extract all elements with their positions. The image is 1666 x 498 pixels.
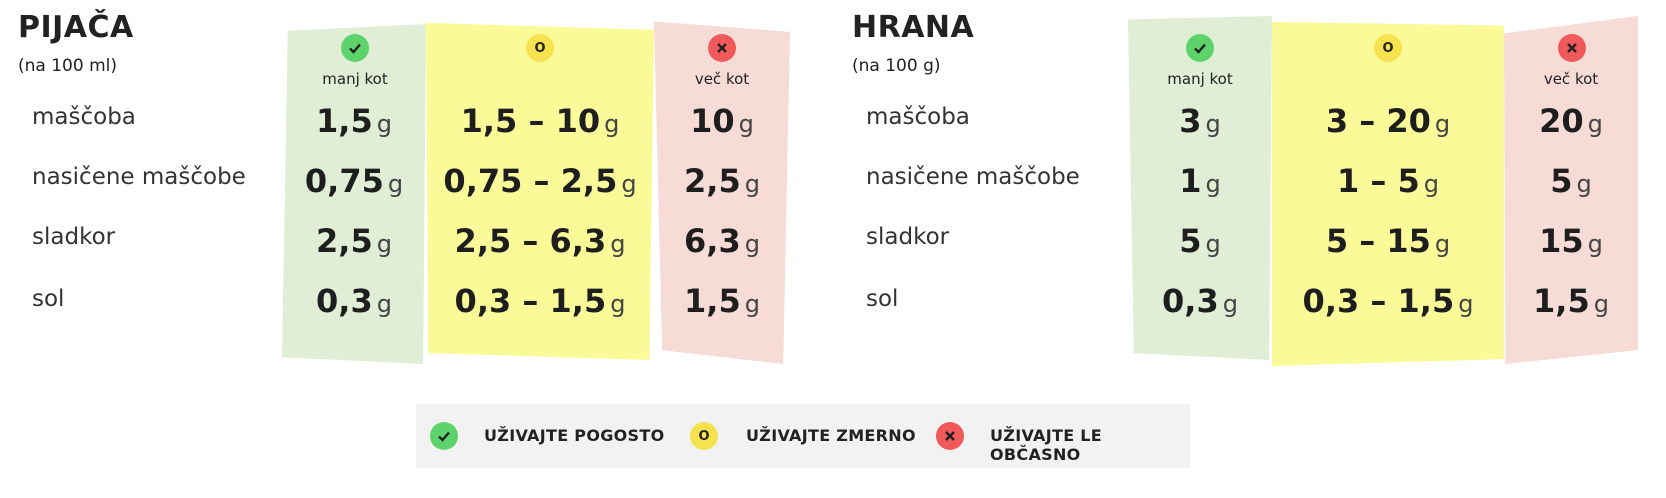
food-high-value: 1,5 g (1533, 282, 1609, 320)
drinks-low-value: 1,5 g (316, 102, 392, 140)
food-subtitle: (na 100 g) (852, 56, 941, 76)
drinks-mid-value: 1,5 – 10 g (460, 102, 620, 140)
food-row-label-saturated: nasičene maščobe (866, 164, 1080, 190)
drinks-row-label-saturated: nasičene maščobe (32, 164, 246, 190)
drinks-low-value: 2,5 g (316, 222, 392, 260)
food-row-label-fat: maščoba (866, 104, 970, 130)
food-low-value: 1g (1179, 162, 1221, 200)
food-high-value: 20 g (1539, 102, 1603, 140)
x-icon (936, 422, 964, 450)
food-high-value: 5g (1550, 162, 1592, 200)
o-icon: O (526, 34, 554, 62)
drinks-mid-value: 2,5 – 6,3 g (454, 222, 626, 260)
legend: UŽIVAJTE POGOSTO O UŽIVAJTE ZMERNO UŽIVA… (416, 404, 1190, 468)
drinks-high-value: 10 g (690, 102, 754, 140)
food-row-label-sugar: sladkor (866, 224, 950, 250)
drinks-high-value: 6,3 g (684, 222, 760, 260)
legend-often-label: UŽIVAJTE POGOSTO (484, 426, 665, 445)
food-mid-value: 0,3 – 1,5 g (1302, 282, 1474, 320)
drinks-low-value: 0,75 g (304, 162, 404, 200)
drinks-low-value: 0,3 g (316, 282, 392, 320)
drinks-row-label-sugar: sladkor (32, 224, 116, 250)
check-icon (1186, 34, 1214, 62)
food-high-value: 15 g (1539, 222, 1603, 260)
drinks-high-value: 1,5 g (684, 282, 760, 320)
check-icon (341, 34, 369, 62)
food-low-header: manj kot (1167, 70, 1233, 88)
food-row-label-salt: sol (866, 286, 899, 312)
food-mid-value: 3 – 20 g (1325, 102, 1451, 140)
drinks-row-label-fat: maščoba (32, 104, 136, 130)
food-low-value: 5g (1179, 222, 1221, 260)
x-icon (708, 34, 736, 62)
o-icon: O (690, 422, 718, 450)
check-icon (430, 422, 458, 450)
food-low-value: 0,3 g (1162, 282, 1238, 320)
drinks-low-header: manj kot (322, 70, 388, 88)
food-low-value: 3g (1179, 102, 1221, 140)
x-icon (1558, 34, 1586, 62)
drinks-high-header: več kot (694, 70, 750, 88)
drinks-mid-value: 0,75 – 2,5 g (443, 162, 637, 200)
food-mid-value: 1 – 5g (1336, 162, 1440, 200)
o-icon: O (1374, 34, 1402, 62)
legend-moderate-label: UŽIVAJTE ZMERNO (746, 426, 916, 445)
drinks-row-label-salt: sol (32, 286, 65, 312)
drinks-mid-value: 0,3 – 1,5 g (454, 282, 626, 320)
food-title: HRANA (852, 10, 975, 45)
drinks-high-value: 2,5 g (684, 162, 760, 200)
drinks-title: PIJAČA (18, 10, 134, 45)
drinks-subtitle: (na 100 ml) (18, 56, 117, 76)
legend-rarely-label: UŽIVAJTE LE OBČASNO (990, 426, 1103, 464)
food-high-header: več kot (1543, 70, 1599, 88)
food-mid-value: 5 – 15 g (1325, 222, 1451, 260)
